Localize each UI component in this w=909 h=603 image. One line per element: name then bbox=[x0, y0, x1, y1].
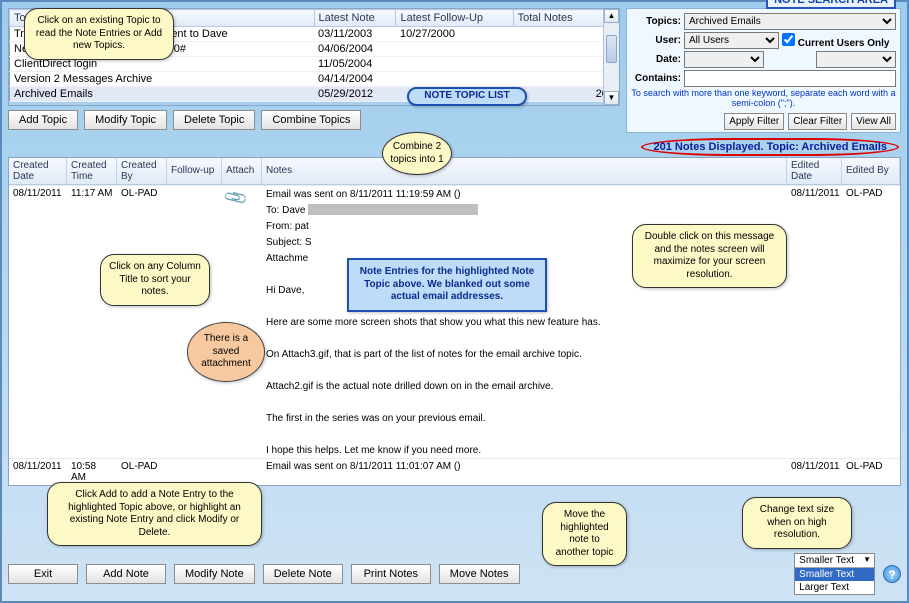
search-area-title: NOTE SEARCH AREA bbox=[766, 0, 896, 9]
cell-created-time: 11:17 AM bbox=[67, 186, 117, 485]
cell-created-date: 08/11/2011 bbox=[9, 186, 67, 485]
search-contains-input[interactable] bbox=[684, 70, 896, 87]
text-size-option-smaller[interactable]: Smaller Text bbox=[795, 568, 874, 581]
callout-topic-list-label: NOTE TOPIC LIST bbox=[407, 87, 527, 106]
cu-only-label: Current Users Only bbox=[798, 38, 890, 49]
cell-edited-date: 08/11/2011 bbox=[787, 186, 842, 485]
add-note-button[interactable]: Add Note bbox=[86, 564, 166, 584]
topic-scrollbar[interactable]: ▲ ▼ bbox=[603, 9, 619, 105]
clear-filter-button[interactable]: Clear Filter bbox=[788, 113, 847, 130]
apply-filter-button[interactable]: Apply Filter bbox=[724, 113, 784, 130]
cell-edited-by: OL-PAD bbox=[842, 186, 900, 485]
view-all-button[interactable]: View All bbox=[851, 113, 896, 130]
col-notes[interactable]: Notes bbox=[262, 158, 787, 184]
modify-note-button[interactable]: Modify Note bbox=[174, 564, 255, 584]
status-notes-displayed: 201 Notes Displayed. Topic: Archived Ema… bbox=[641, 138, 899, 156]
search-date-to[interactable] bbox=[816, 51, 896, 68]
cell-note-text: Email was sent on 8/11/2011 11:01:07 AM … bbox=[262, 459, 787, 485]
cell-created-date: 08/11/2011 bbox=[9, 459, 67, 485]
callout-move: Move the highlighted note to another top… bbox=[542, 502, 627, 566]
col-latest-followup[interactable]: Latest Follow-Up bbox=[396, 10, 513, 27]
callout-textsize: Change text size when on high resolution… bbox=[742, 497, 852, 549]
scroll-thumb[interactable] bbox=[606, 35, 617, 63]
cell-followup bbox=[167, 459, 222, 485]
col-created-date[interactable]: Created Date bbox=[9, 158, 67, 184]
col-latest-note[interactable]: Latest Note bbox=[314, 10, 396, 27]
text-size-option-larger[interactable]: Larger Text bbox=[795, 581, 874, 594]
callout-sort: Click on any Column Title to sort your n… bbox=[100, 254, 210, 306]
col-created-by[interactable]: Created By bbox=[117, 158, 167, 184]
exit-button[interactable]: Exit bbox=[8, 564, 78, 584]
col-edited-date[interactable]: Edited Date bbox=[787, 158, 842, 184]
callout-note-entries: Note Entries for the highlighted Note To… bbox=[347, 258, 547, 312]
label-contains: Contains: bbox=[631, 73, 681, 84]
note-search-area: NOTE SEARCH AREA Topics: Archived Emails… bbox=[626, 8, 901, 133]
help-icon[interactable]: ? bbox=[883, 565, 901, 583]
cell-created-time: 10:58 AM bbox=[67, 459, 117, 485]
modify-topic-button[interactable]: Modify Topic bbox=[84, 110, 167, 130]
add-topic-button[interactable]: Add Topic bbox=[8, 110, 78, 130]
callout-topic-help: Click on an existing Topic to read the N… bbox=[24, 8, 174, 60]
cell-created-by: OL-PAD bbox=[117, 186, 167, 485]
text-size-current[interactable]: Smaller Text bbox=[795, 554, 874, 568]
label-date: Date: bbox=[631, 54, 681, 65]
text-size-select[interactable]: Smaller Text Smaller Text Larger Text bbox=[794, 553, 875, 595]
callout-add-modify: Click Add to add a Note Entry to the hig… bbox=[47, 482, 262, 546]
callout-combine: Combine 2 topics into 1 bbox=[382, 132, 452, 175]
search-date-from[interactable] bbox=[684, 51, 764, 68]
callout-attachment: There is a saved attachment bbox=[187, 322, 265, 382]
current-users-only-checkbox[interactable] bbox=[782, 33, 795, 46]
delete-topic-button[interactable]: Delete Topic bbox=[173, 110, 255, 130]
search-hint: To search with more than one keyword, se… bbox=[631, 89, 896, 109]
topic-row[interactable]: Archived Emails05/29/2012201 bbox=[10, 87, 619, 102]
search-topics-select[interactable]: Archived Emails bbox=[684, 13, 896, 30]
cell-created-by: OL-PAD bbox=[117, 459, 167, 485]
move-notes-button[interactable]: Move Notes bbox=[439, 564, 520, 584]
cell-edited-by: OL-PAD bbox=[842, 459, 900, 485]
topic-row[interactable]: Version 2 Messages Archive04/14/20041 bbox=[10, 72, 619, 87]
note-row[interactable]: 08/11/2011 10:58 AM OL-PAD Email was sen… bbox=[9, 458, 900, 485]
notes-grid: Created Date Created Time Created By Fol… bbox=[8, 157, 901, 486]
print-notes-button[interactable]: Print Notes bbox=[351, 564, 431, 584]
cell-edited-date: 08/11/2011 bbox=[787, 459, 842, 485]
attachment-icon: 📎 bbox=[222, 185, 250, 212]
search-user-select[interactable]: All Users bbox=[684, 32, 779, 49]
scroll-down-icon[interactable]: ▼ bbox=[604, 91, 619, 105]
callout-doubleclick: Double click on this message and the not… bbox=[632, 224, 787, 288]
col-attach[interactable]: Attach bbox=[222, 158, 262, 184]
cell-attach bbox=[222, 459, 262, 485]
label-topics: Topics: bbox=[631, 16, 681, 27]
delete-note-button[interactable]: Delete Note bbox=[263, 564, 343, 584]
combine-topics-button[interactable]: Combine Topics bbox=[261, 110, 361, 130]
col-created-time[interactable]: Created Time bbox=[67, 158, 117, 184]
col-edited-by[interactable]: Edited By bbox=[842, 158, 900, 184]
label-user: User: bbox=[631, 35, 681, 46]
scroll-up-icon[interactable]: ▲ bbox=[604, 9, 619, 23]
col-followup[interactable]: Follow-up bbox=[167, 158, 222, 184]
